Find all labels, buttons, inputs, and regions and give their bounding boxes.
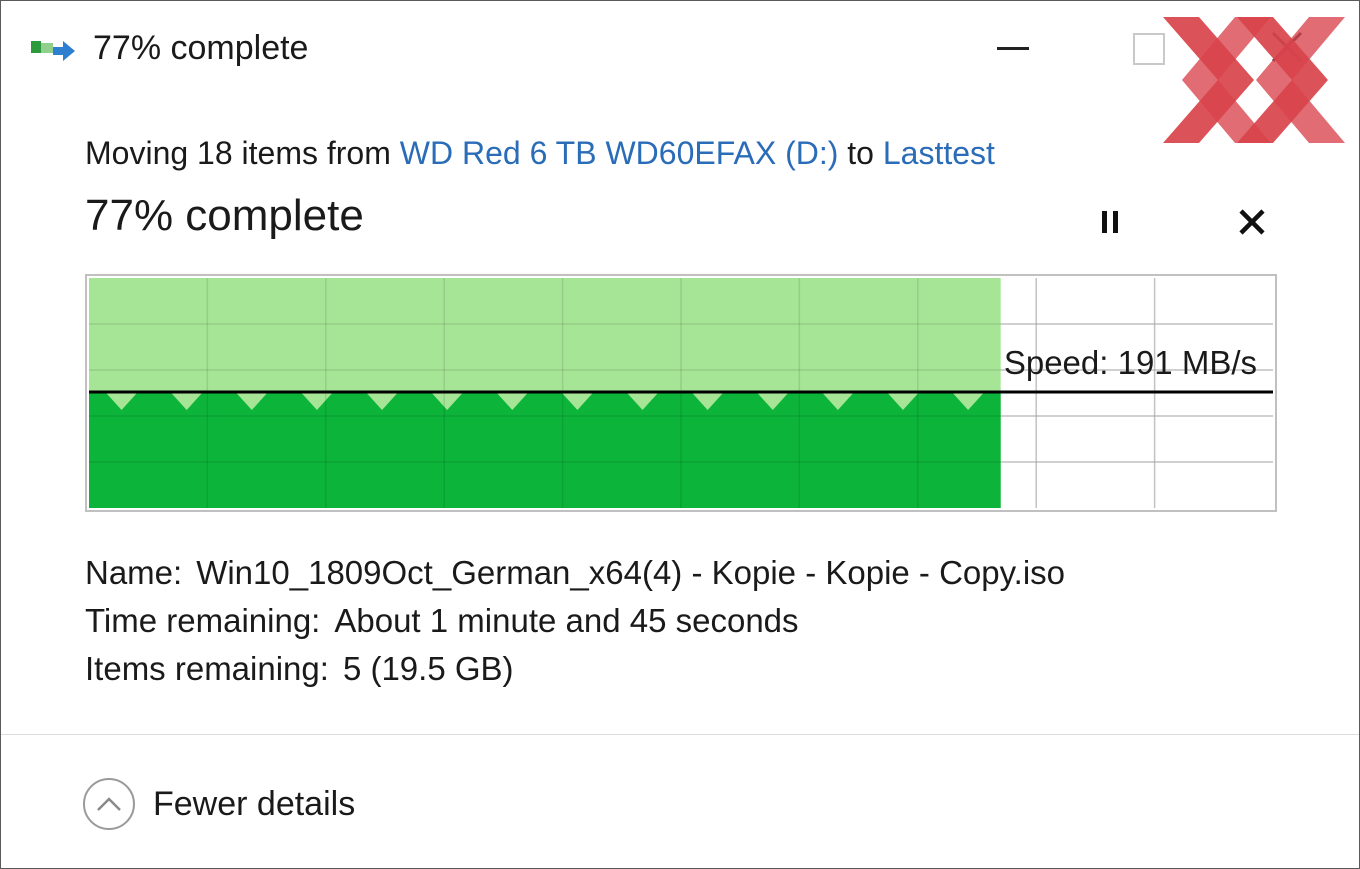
speed-label: Speed: 191 MB/s [1003,344,1257,381]
name-label: Name: [85,554,183,591]
pause-button[interactable] [1085,197,1137,247]
cancel-button[interactable] [1227,197,1277,247]
time-remaining-label: Time remaining: [85,602,321,639]
maximize-icon [1133,33,1165,65]
progress-fill-dark [89,392,1001,508]
description-prefix: Moving 18 items from [85,135,400,171]
minimize-button[interactable] [985,21,1045,77]
time-remaining-row: Time remaining: About 1 minute and 45 sec… [85,597,1065,645]
hardwareluxx-xx-logo [1163,17,1345,143]
fewer-details-label: Fewer details [153,784,356,823]
source-link[interactable]: WD Red 6 TB WD60EFAX (D:) [400,135,839,171]
name-row: Name: Win10_1809Oct_German_x64(4) - Kopie… [85,549,1065,597]
details-section: Name: Win10_1809Oct_German_x64(4) - Kopie… [85,549,1065,693]
chevron-up-icon [83,778,135,830]
items-remaining-row: Items remaining: 5 (19.5 GB) [85,645,1065,693]
progress-status-heading: 77% complete [85,191,364,240]
window-title: 77% complete [93,29,309,67]
operation-description: Moving 18 items from WD Red 6 TB WD60EFA… [85,135,995,172]
speed-graph-canvas [89,278,1273,508]
destination-link[interactable]: Lasttest [883,135,995,171]
transfer-speed-graph: Speed: 191 MB/s [85,274,1277,512]
fewer-details-button[interactable]: Fewer details [83,777,355,831]
description-middle: to [838,135,883,171]
footer-divider [1,734,1359,735]
pause-icon [1085,197,1137,247]
cancel-icon [1239,209,1265,235]
time-remaining-value: About 1 minute and 45 seconds [334,602,799,639]
copy-dialog-window: 77% complete Moving 18 items from WD Red… [0,0,1360,869]
file-move-icon [31,41,75,61]
items-remaining-label: Items remaining: [85,650,329,687]
name-value: Win10_1809Oct_German_x64(4) - Kopie - Ko… [196,554,1066,591]
minimize-icon [997,47,1029,50]
items-remaining-value: 5 (19.5 GB) [342,650,514,687]
title-bar[interactable]: 77% complete [1,1,1359,143]
